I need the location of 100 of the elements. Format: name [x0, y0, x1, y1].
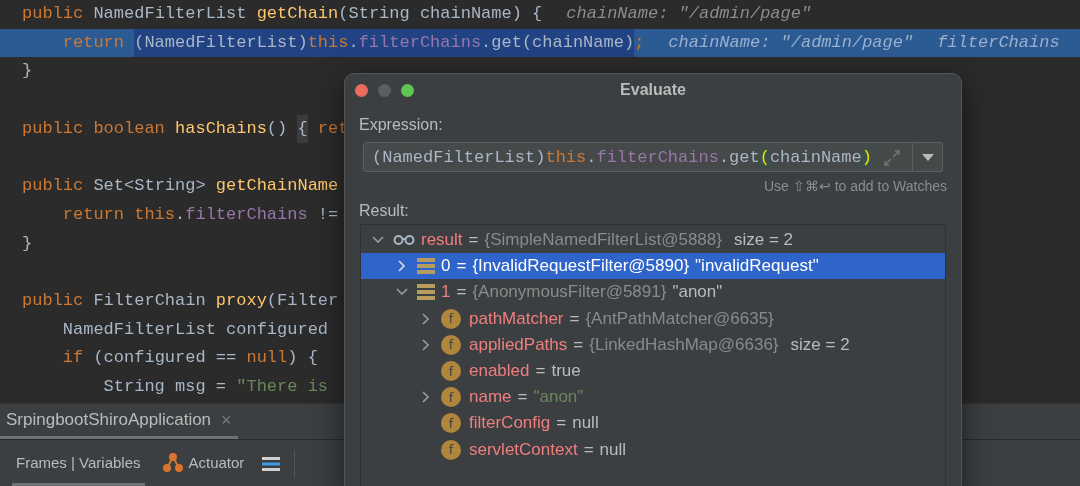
variable-value: {InvalidRequestFilter@5890}: [472, 256, 690, 277]
code-token: filterChains: [185, 203, 308, 226]
code-token: public boolean: [22, 117, 166, 140]
inline-hint: chainName: "/admin/page": [566, 3, 812, 25]
code-token: String msg =: [102, 375, 228, 398]
field-icon: f: [441, 361, 461, 382]
tree-row[interactable]: f enabled = true: [361, 357, 945, 385]
code-token: Set<String>: [93, 175, 207, 198]
code-token: .: [348, 28, 359, 58]
list-icon[interactable]: [262, 455, 281, 472]
tree-row[interactable]: f pathMatcher = {AntPathMatcher@6635}: [361, 305, 945, 332]
tree-row[interactable]: f servletContext = null: [361, 436, 945, 463]
code-token: getChainName: [215, 175, 339, 198]
zoom-icon[interactable]: [401, 83, 414, 97]
watches-hint: Use ⇧⌘↩ to add to Watches: [764, 178, 947, 194]
field-icon: f: [441, 387, 461, 408]
run-tab[interactable]: SrpingbootShiroApplication ×: [0, 404, 238, 439]
code-token: this: [545, 147, 587, 167]
field-icon: f: [441, 334, 461, 355]
code-token: (String chainName) {: [338, 3, 543, 25]
variable-name: 1: [441, 282, 451, 303]
expression-field[interactable]: (NamedFilterList)this.filterChains.get(chainName): [363, 142, 913, 172]
variable-value: null: [599, 439, 627, 460]
code-token: if: [61, 347, 85, 370]
tree-row[interactable]: f filterConfig = null: [361, 410, 945, 437]
list-icon: [417, 284, 435, 301]
variable-name: name: [469, 387, 512, 408]
dialog-title: Evaluate: [620, 81, 686, 98]
panel-tab[interactable]: Actuator: [158, 440, 249, 486]
run-tab-label: SrpingbootShiroApplication: [6, 410, 212, 430]
caret-icon: [921, 153, 934, 161]
code-token: {: [297, 114, 308, 144]
code-token: .: [175, 203, 186, 226]
code-token: NamedFilterList: [93, 3, 248, 25]
code-token: .: [586, 147, 597, 167]
code-token: NamedFilterList configured: [61, 318, 329, 341]
variable-value: "anon": [533, 387, 584, 408]
variable-detail: size = 2: [733, 230, 793, 251]
inline-hint: filterChains: [937, 31, 1060, 54]
variable-name: appliedPaths: [469, 334, 568, 355]
code-token: !=: [316, 203, 339, 226]
expand-icon[interactable]: [884, 150, 900, 166]
variable-value: {LinkedHashMap@6636}: [589, 334, 779, 355]
variable-detail: "anon": [672, 282, 723, 303]
variable-name: pathMatcher: [469, 308, 564, 329]
code-token: .get: [718, 147, 760, 167]
code-token: (NamedFilterList): [372, 147, 546, 167]
code-token: (): [266, 117, 289, 140]
tree-row[interactable]: 0 = {InvalidRequestFilter@5890} "invalidRequest": [361, 253, 945, 280]
equals-sign: =: [468, 230, 479, 251]
equals-sign: =: [573, 334, 584, 355]
code-token: .get(chainName): [481, 28, 635, 58]
code-token: }: [22, 232, 33, 255]
equals-sign: =: [535, 361, 546, 382]
variable-name: 0: [441, 256, 451, 277]
tree-row[interactable]: f appliedPaths = {LinkedHashMap@6636} size = 2: [361, 331, 945, 358]
code-token: filterChains: [358, 28, 482, 58]
tree-row[interactable]: f name = "anon": [361, 384, 945, 411]
minimize-icon: [378, 83, 391, 97]
variable-name: servletContext: [469, 439, 578, 460]
history-dropdown[interactable]: [913, 142, 943, 172]
panel-tab[interactable]: Frames | Variables: [12, 441, 145, 486]
code-token: ): [861, 147, 872, 167]
variable-value: {AntPathMatcher@6635}: [585, 308, 774, 329]
variable-detail: "invalidRequest": [695, 256, 819, 277]
code-token: }: [22, 60, 33, 83]
code-token: return this: [61, 203, 176, 226]
code-token: chainName: [769, 147, 862, 167]
code-token: null: [246, 347, 288, 370]
code-token: getChain: [256, 3, 339, 25]
glasses-icon: [393, 234, 415, 247]
code-token: filterChains: [596, 147, 719, 167]
code-token: "There is: [236, 375, 329, 398]
variable-value: true: [551, 361, 581, 382]
code-token: public: [22, 289, 85, 312]
variable-value: null: [572, 413, 599, 434]
field-icon: f: [441, 308, 461, 329]
equals-sign: =: [456, 256, 467, 277]
tree-row[interactable]: 1 = {AnonymousFilter@5891} "anon": [361, 279, 945, 306]
tree-row[interactable]: result = {SimpleNamedFilterList@5888} size = 2: [361, 227, 945, 254]
field-icon: f: [441, 413, 461, 434]
inline-hint: chainName: "/admin/page": [668, 31, 914, 54]
code-token: proxy: [215, 289, 267, 312]
code-token: (configured ==: [93, 347, 238, 370]
code-token: return: [61, 31, 126, 54]
code-token: (: [759, 147, 770, 167]
code-token: ;: [634, 31, 645, 54]
variable-name: enabled: [469, 361, 530, 382]
nodes-icon: [162, 452, 183, 472]
variable-name: result: [421, 230, 463, 251]
code-token: hasChains: [175, 117, 267, 140]
code-token: (Filter: [266, 289, 339, 312]
variable-value: {SimpleNamedFilterList@5888}: [484, 230, 722, 251]
equals-sign: =: [517, 387, 528, 408]
code-token: ) {: [287, 347, 318, 370]
list-icon: [417, 258, 435, 275]
equals-sign: =: [556, 413, 567, 434]
close-icon[interactable]: [355, 83, 368, 97]
equals-sign: =: [456, 282, 467, 303]
result-label: Result:: [359, 202, 409, 220]
